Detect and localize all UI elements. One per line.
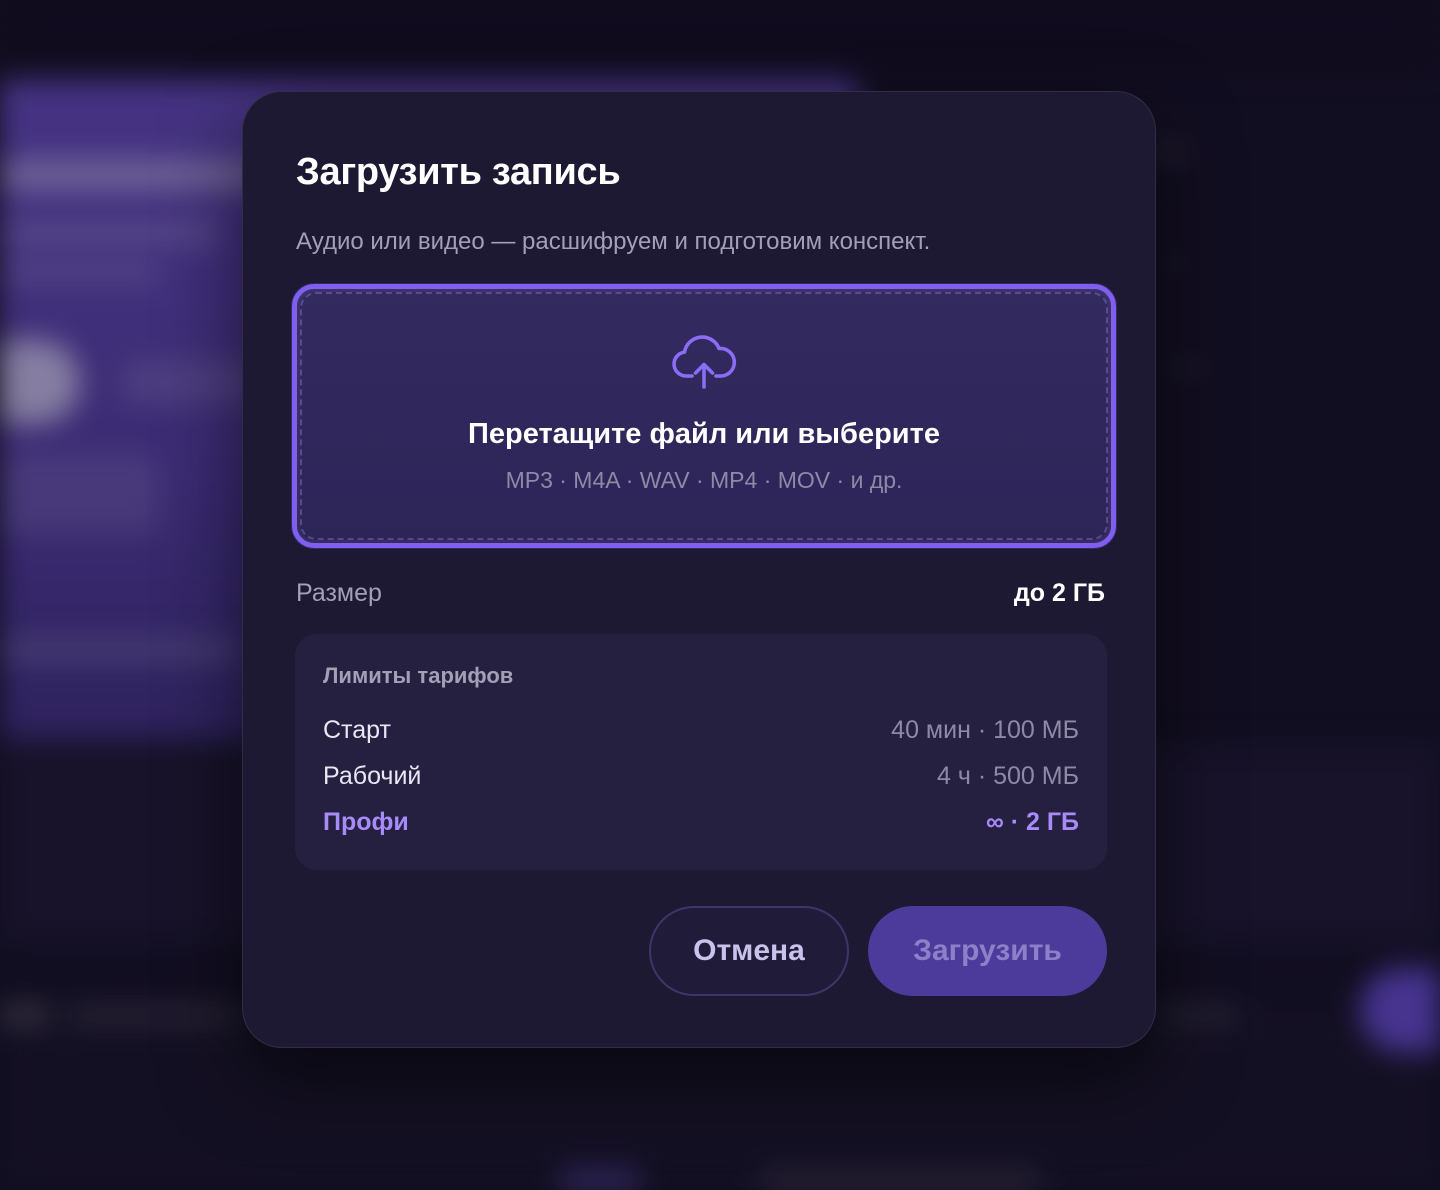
plan-limit: 4 ч · 500 МБ (937, 762, 1079, 790)
plan-row-work: Рабочий 4 ч · 500 МБ (323, 760, 1079, 794)
plan-limits-panel: Лимиты тарифов Старт 40 мин · 100 МБ Раб… (295, 634, 1107, 870)
plan-row-start: Старт 40 мин · 100 МБ (323, 714, 1079, 748)
upload-button[interactable]: Загрузить (868, 906, 1107, 996)
supported-formats: MP3 · M4A · WAV · MP4 · MOV · и др. (505, 467, 903, 493)
cloud-upload-icon (672, 335, 737, 389)
plan-name: Рабочий (323, 762, 422, 790)
dialog-title: Загрузить запись (296, 151, 621, 193)
file-dropzone[interactable]: Перетащите файл или выберите MP3 · M4A ·… (292, 284, 1116, 548)
dialog-subtitle: Аудио или видео — расшифруем и подготови… (296, 228, 931, 255)
dropzone-title: Перетащите файл или выберите (468, 418, 940, 450)
plan-row-pro: Профи ∞ · 2 ГБ (323, 806, 1079, 840)
upload-recording-dialog: Загрузить запись Аудио или видео — расши… (242, 91, 1156, 1048)
plan-name: Старт (323, 716, 391, 744)
plan-name: Профи (323, 808, 409, 836)
cancel-button[interactable]: Отмена (649, 906, 849, 996)
plan-limit: 40 мин · 100 МБ (891, 716, 1079, 744)
plan-limit: ∞ · 2 ГБ (985, 808, 1079, 836)
plan-limits-title: Лимиты тарифов (323, 663, 514, 688)
size-label: Размер (296, 579, 382, 607)
size-value: до 2 ГБ (1013, 579, 1105, 607)
